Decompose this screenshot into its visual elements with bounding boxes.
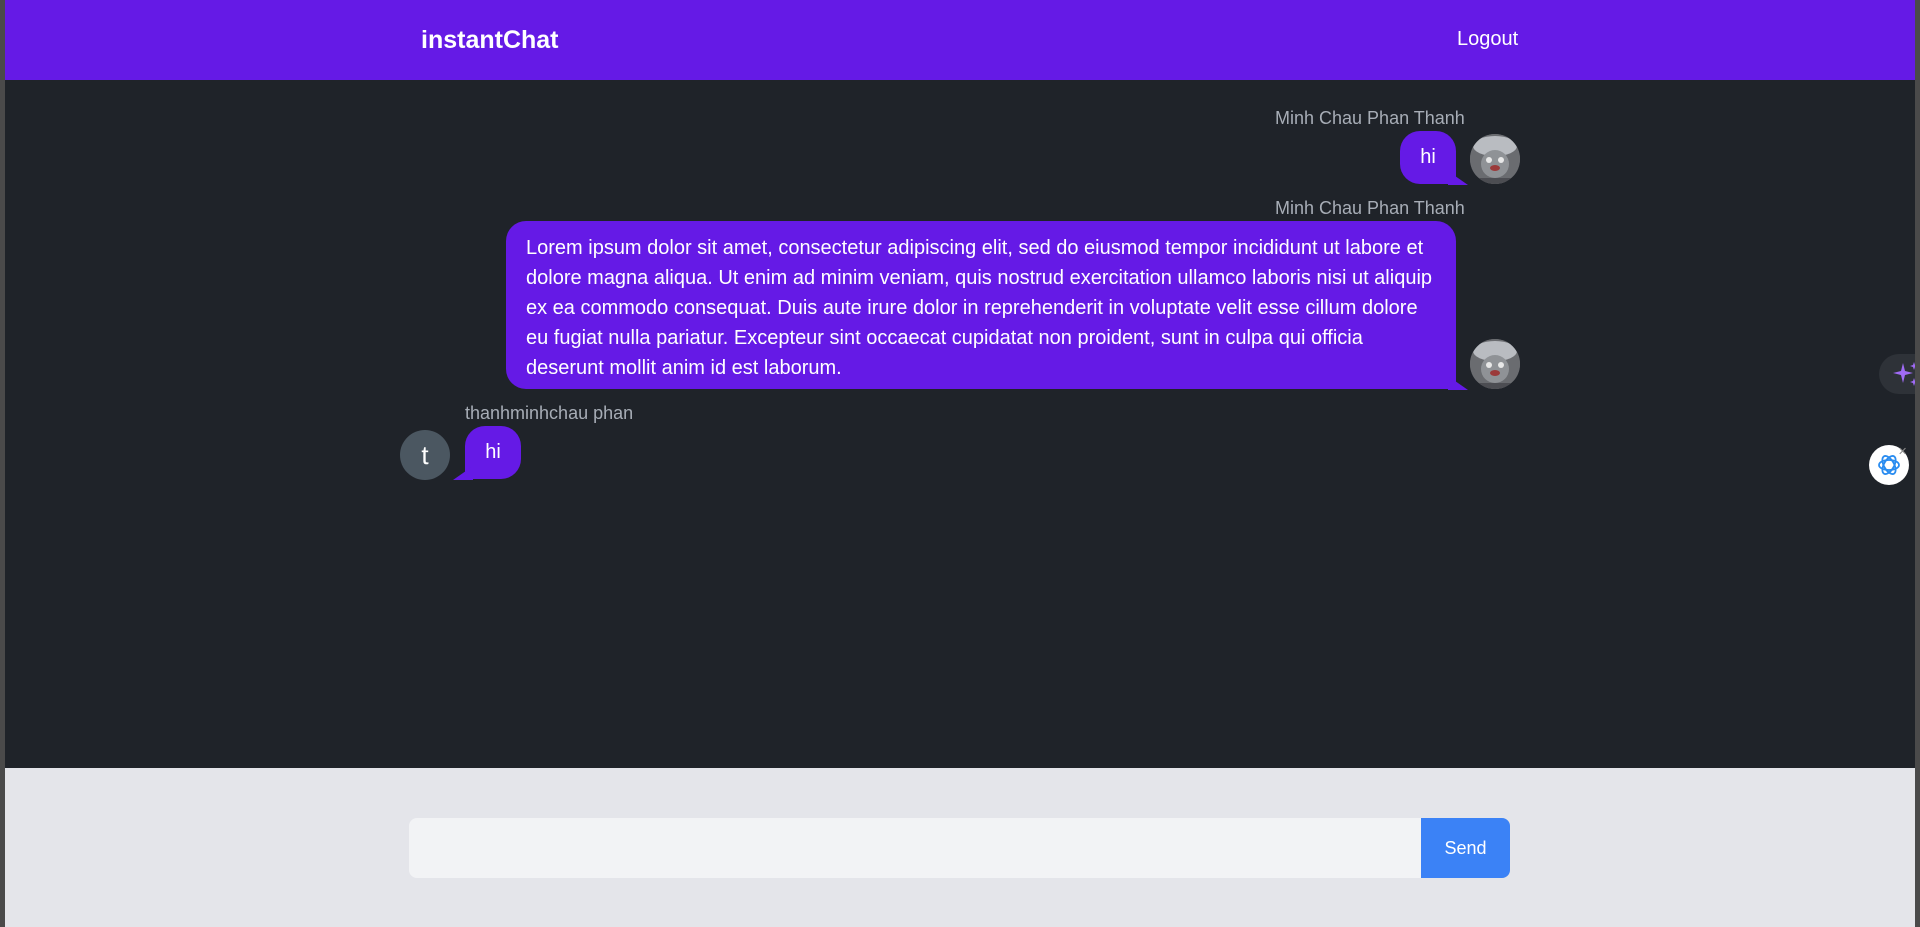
- app-window: instantChat Logout Minh Chau Phan Thanh …: [5, 0, 1915, 927]
- message-sender: thanhminhchau phan: [465, 403, 634, 423]
- logout-button[interactable]: Logout: [1457, 28, 1518, 51]
- avatar-letter: t: [421, 439, 429, 470]
- message-text: hi: [485, 441, 501, 463]
- user-avatar[interactable]: [1470, 134, 1520, 184]
- message-bubble: hi: [453, 426, 521, 480]
- app-brand[interactable]: instantChat: [421, 26, 559, 55]
- sparkle-icon: [1893, 362, 1915, 386]
- message-text: Lorem ipsum dolor sit amet, consectetur …: [526, 237, 1433, 379]
- message-sender: Minh Chau Phan Thanh: [1275, 198, 1465, 218]
- profile-photo-icon: [1470, 339, 1520, 389]
- message-input[interactable]: [409, 818, 1421, 878]
- top-navbar: instantChat Logout: [5, 0, 1915, 80]
- message-composer: Send: [5, 768, 1915, 927]
- profile-photo-icon: [1470, 134, 1520, 184]
- user-avatar[interactable]: t: [400, 430, 450, 480]
- message-text: hi: [1420, 146, 1436, 168]
- message-bubble: hi: [1400, 131, 1468, 185]
- send-button[interactable]: Send: [1421, 818, 1510, 878]
- ai-sparkle-button[interactable]: [1879, 354, 1915, 394]
- user-avatar[interactable]: [1470, 339, 1520, 389]
- message-sender: Minh Chau Phan Thanh: [1275, 108, 1465, 128]
- message-bubble: Lorem ipsum dolor sit amet, consectetur …: [506, 221, 1468, 390]
- close-icon[interactable]: ✕: [1898, 445, 1907, 458]
